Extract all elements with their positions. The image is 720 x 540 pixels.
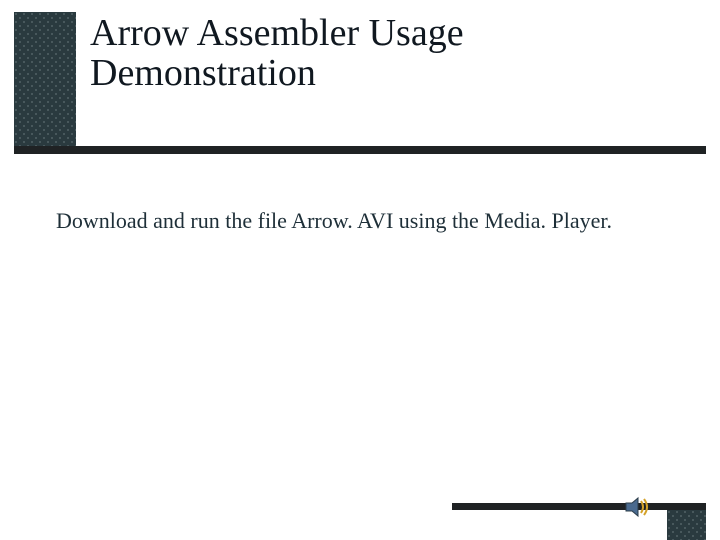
title-line-1: Arrow Assembler Usage <box>90 12 464 54</box>
slide-title: Arrow Assembler Usage Demonstration <box>90 14 650 94</box>
title-line-2: Demonstration <box>90 52 316 94</box>
slide-body-text: Download and run the file Arrow. AVI usi… <box>56 208 676 234</box>
decorative-pattern-bottom <box>667 510 706 540</box>
title-divider <box>14 146 706 154</box>
footer-divider <box>452 503 706 510</box>
decorative-pattern-top <box>14 12 76 146</box>
speaker-icon[interactable] <box>624 495 652 519</box>
